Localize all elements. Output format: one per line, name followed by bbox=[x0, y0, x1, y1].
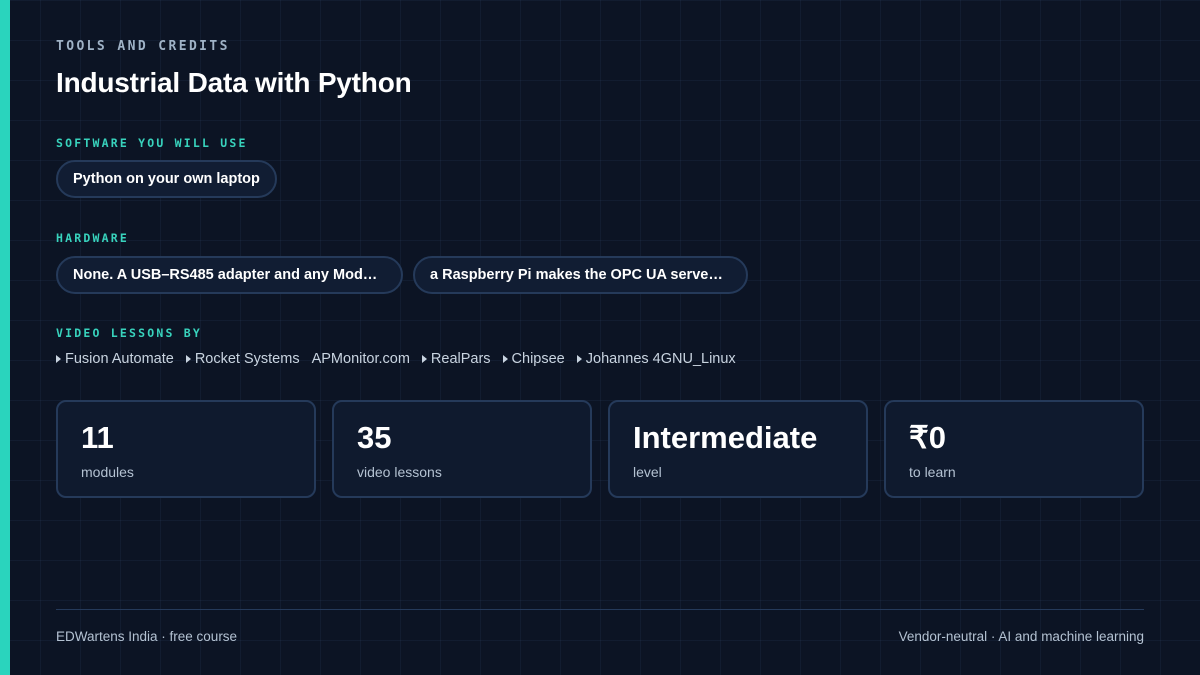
credits-section-label: VIDEO LESSONS BY bbox=[56, 326, 202, 340]
stat-value: Intermediate bbox=[633, 420, 818, 455]
credits-list: Fusion Automate Rocket Systems APMonitor… bbox=[56, 351, 736, 367]
software-chip: Python on your own laptop bbox=[56, 160, 277, 198]
credit-name: Chipsee bbox=[511, 351, 565, 367]
caret-right-icon bbox=[576, 355, 582, 363]
stat-label: modules bbox=[81, 464, 134, 480]
caret-right-icon bbox=[185, 355, 191, 363]
hardware-chip-label: a Raspberry Pi makes the OPC UA serve… bbox=[430, 267, 723, 283]
stat-card-lessons: 35 video lessons bbox=[332, 400, 592, 498]
credit-item: Chipsee bbox=[502, 351, 565, 367]
stat-card-modules: 11 modules bbox=[56, 400, 316, 498]
credit-item: Johannes 4GNU_Linux bbox=[576, 351, 736, 367]
stat-label: level bbox=[633, 464, 662, 480]
stat-label: to learn bbox=[909, 464, 956, 480]
hardware-chip-label: None. A USB–RS485 adapter and any Mod… bbox=[73, 267, 378, 283]
stat-card-level: Intermediate level bbox=[608, 400, 868, 498]
credit-item: Fusion Automate bbox=[56, 351, 174, 367]
hardware-chip: a Raspberry Pi makes the OPC UA serve… bbox=[413, 256, 748, 294]
hardware-section-label: HARDWARE bbox=[56, 231, 129, 245]
stat-value: 35 bbox=[357, 420, 392, 455]
software-chip-row: Python on your own laptop bbox=[56, 160, 277, 198]
credit-item: APMonitor.com bbox=[312, 351, 410, 367]
footer-divider bbox=[56, 609, 1144, 610]
page-title: Industrial Data with Python bbox=[56, 67, 412, 98]
credit-name: Johannes 4GNU_Linux bbox=[585, 351, 736, 367]
stat-card-price: ₹0 to learn bbox=[884, 400, 1144, 498]
hardware-chip: None. A USB–RS485 adapter and any Mod… bbox=[56, 256, 403, 294]
accent-bar bbox=[0, 0, 10, 675]
eyebrow-label: TOOLS AND CREDITS bbox=[56, 39, 230, 54]
credit-name: Fusion Automate bbox=[65, 351, 174, 367]
credit-name: Rocket Systems bbox=[194, 351, 300, 367]
stats-row: 11 modules 35 video lessons Intermediate… bbox=[56, 400, 1144, 498]
caret-right-icon bbox=[502, 355, 508, 363]
stat-value: ₹0 bbox=[909, 420, 946, 455]
credit-name: APMonitor.com bbox=[311, 351, 410, 367]
footer-tagline: Vendor-neutral · AI and machine learning bbox=[898, 629, 1144, 644]
stat-value: 11 bbox=[81, 420, 114, 455]
footer-brand: EDWartens India · free course bbox=[56, 629, 238, 644]
stat-label: video lessons bbox=[357, 464, 442, 480]
credit-name: RealPars bbox=[430, 351, 491, 367]
software-section-label: SOFTWARE YOU WILL USE bbox=[56, 136, 248, 150]
hardware-chip-row: None. A USB–RS485 adapter and any Mod… a… bbox=[56, 256, 748, 294]
credit-item: RealPars bbox=[421, 351, 491, 367]
credit-item: Rocket Systems bbox=[185, 351, 300, 367]
caret-right-icon bbox=[56, 355, 61, 363]
software-chip-label: Python on your own laptop bbox=[73, 171, 260, 187]
caret-right-icon bbox=[421, 355, 427, 363]
